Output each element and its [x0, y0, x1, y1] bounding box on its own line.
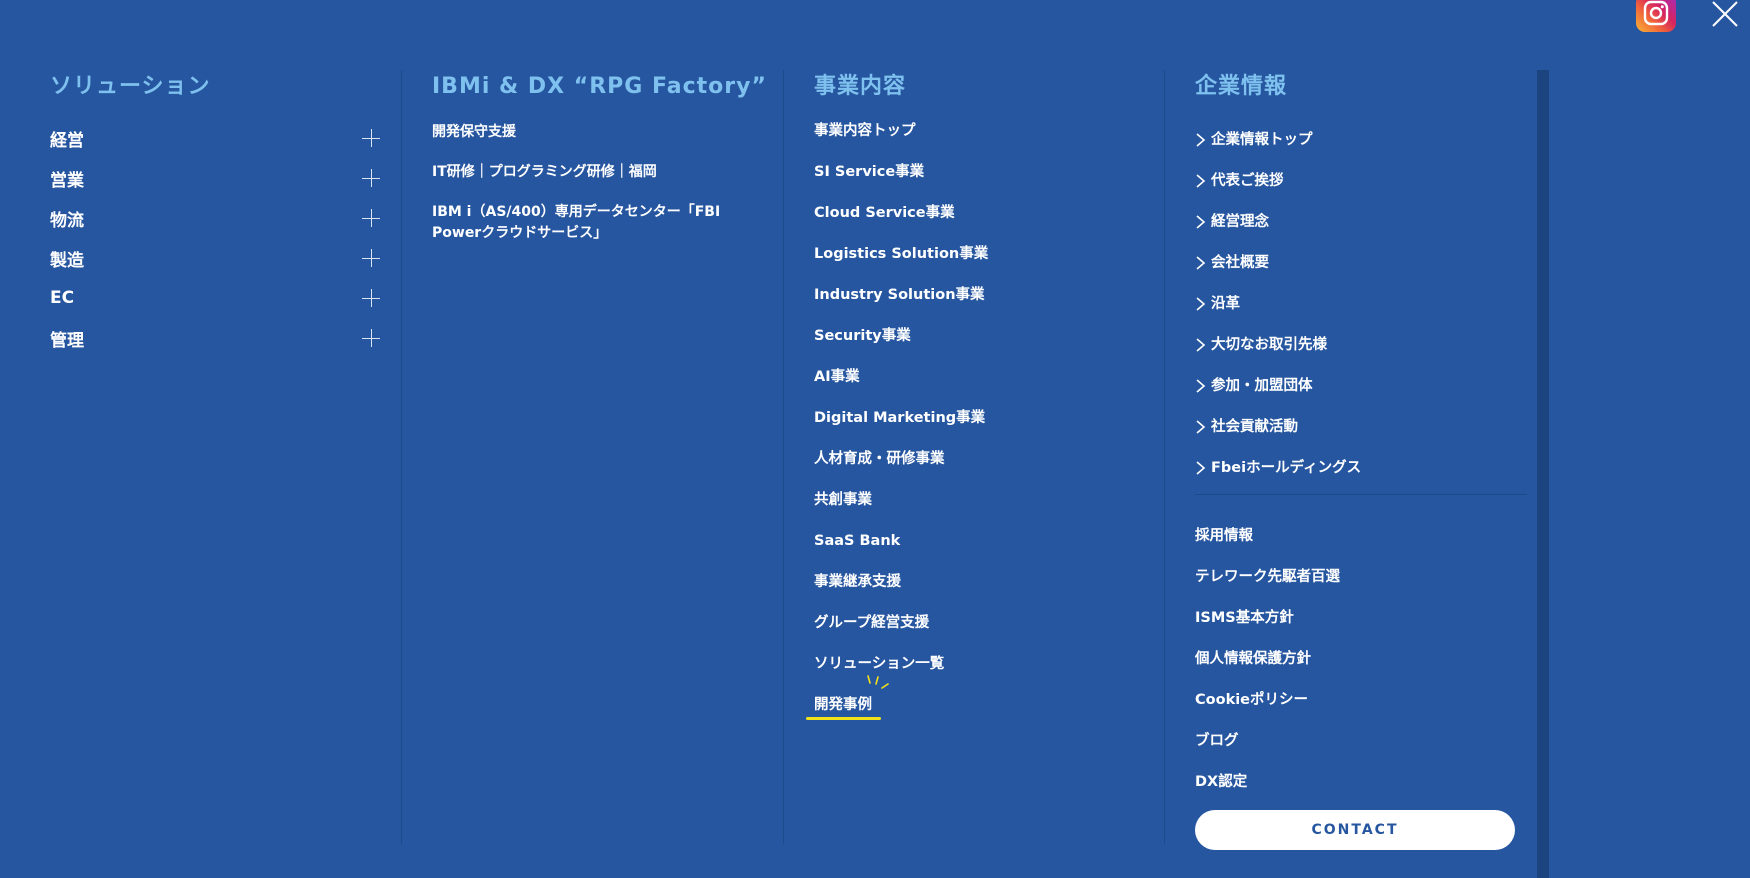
extra-link-recruit[interactable]: 採用情報: [1195, 515, 1530, 556]
close-icon[interactable]: [1711, 0, 1739, 28]
solutions-list: 経営 営業 物流 製造 EC 管理: [50, 118, 380, 358]
solutions-column: ソリューション 経営 営業 物流 製造 EC 管理: [50, 70, 380, 358]
company-title: 企業情報: [1195, 74, 1288, 99]
column-divider-3: [1164, 70, 1165, 844]
chevron-right-icon: [1196, 214, 1206, 229]
company-link-history[interactable]: 沿革: [1195, 283, 1530, 324]
company-link-label: 参加・加盟団体: [1211, 377, 1313, 394]
instagram-icon[interactable]: [1636, 0, 1676, 32]
company-link-partners[interactable]: 大切なお取引先様: [1195, 324, 1530, 365]
company-link-top[interactable]: 企業情報トップ: [1195, 119, 1530, 160]
ibmi-link-dev-support[interactable]: 開発保守支援: [432, 122, 732, 143]
chevron-right-icon: [1196, 378, 1206, 393]
company-link-label: 代表ご挨拶: [1211, 172, 1284, 189]
business-link-industry[interactable]: Industry Solution事業: [814, 283, 1114, 324]
ibmi-column: IBMi & DX “RPG Factory” 開発保守支援 IT研修｜プログラ…: [432, 70, 767, 263]
column-divider-2: [783, 70, 784, 844]
business-link-dev-cases[interactable]: 開発事例: [806, 675, 1114, 734]
plus-icon[interactable]: [362, 129, 380, 147]
business-link-group-management[interactable]: グループ経営支援: [814, 611, 1114, 652]
extra-link-telework[interactable]: テレワーク先駆者百選: [1195, 556, 1530, 597]
extra-link-privacy[interactable]: 個人情報保護方針: [1195, 638, 1530, 679]
business-title: 事業内容: [814, 74, 907, 99]
chevron-right-icon: [1196, 132, 1206, 147]
company-link-label: 企業情報トップ: [1211, 131, 1313, 148]
plus-icon[interactable]: [362, 289, 380, 307]
business-link-solution-list[interactable]: ソリューション一覧: [814, 652, 1114, 693]
business-link-saas-bank[interactable]: SaaS Bank: [814, 529, 1114, 570]
solution-item-label: 経営: [50, 130, 84, 151]
active-link-wrapper: 開発事例: [806, 675, 889, 720]
plus-icon[interactable]: [362, 329, 380, 347]
business-link-digital-marketing[interactable]: Digital Marketing事業: [814, 406, 1114, 447]
chevron-right-icon: [1196, 460, 1206, 475]
business-link-succession[interactable]: 事業継承支援: [814, 570, 1114, 611]
company-link-greeting[interactable]: 代表ご挨拶: [1195, 160, 1530, 201]
plus-icon[interactable]: [362, 249, 380, 267]
solutions-title: ソリューション: [50, 74, 211, 99]
business-link-training[interactable]: 人材育成・研修事業: [814, 447, 1114, 488]
business-link-top[interactable]: 事業内容トップ: [814, 119, 1114, 160]
contact-button[interactable]: CONTACT: [1195, 810, 1515, 850]
sparkle-icon: [867, 675, 889, 689]
extra-link-dx[interactable]: DX認定: [1195, 761, 1530, 802]
solution-item-ec[interactable]: EC: [50, 278, 380, 318]
company-column: 企業情報 企業情報トップ 代表ご挨拶 経営理念 会社概要 沿革 大切なお取引先様…: [1195, 70, 1530, 850]
extra-link-isms[interactable]: ISMS基本方針: [1195, 597, 1530, 638]
solution-item-label: 営業: [50, 170, 84, 191]
business-link-si[interactable]: SI Service事業: [814, 160, 1114, 201]
solution-item-label: EC: [50, 288, 75, 308]
extra-link-cookie[interactable]: Cookieポリシー: [1195, 679, 1530, 720]
chevron-right-icon: [1196, 296, 1206, 311]
company-extra-links: 採用情報 テレワーク先駆者百選 ISMS基本方針 個人情報保護方針 Cookie…: [1195, 515, 1530, 802]
dev-cases-label: 開発事例: [814, 697, 872, 713]
chevron-right-icon: [1196, 337, 1206, 352]
plus-icon[interactable]: [362, 169, 380, 187]
company-link-memberships[interactable]: 参加・加盟団体: [1195, 365, 1530, 406]
solution-item-admin[interactable]: 管理: [50, 318, 380, 358]
company-link-label: 社会貢献活動: [1211, 418, 1298, 435]
scrollbar[interactable]: [1537, 70, 1549, 878]
extra-link-blog[interactable]: ブログ: [1195, 720, 1530, 761]
solution-item-label: 物流: [50, 210, 84, 231]
ibmi-links: 開発保守支援 IT研修｜プログラミング研修｜福岡 IBM i（AS/400）専用…: [432, 122, 732, 244]
company-link-label: Fbeiホールディングス: [1211, 459, 1362, 476]
solution-item-manufacturing[interactable]: 製造: [50, 238, 380, 278]
solution-item-label: 管理: [50, 330, 84, 351]
company-links: 企業情報トップ 代表ご挨拶 経営理念 会社概要 沿革 大切なお取引先様 参加・加…: [1195, 119, 1530, 488]
plus-icon[interactable]: [362, 209, 380, 227]
company-divider: [1195, 494, 1527, 495]
business-column: 事業内容 事業内容トップ SI Service事業 Cloud Service事…: [806, 70, 1114, 734]
solution-item-sales[interactable]: 営業: [50, 158, 380, 198]
company-link-label: 経営理念: [1211, 213, 1269, 230]
company-link-label: 会社概要: [1211, 254, 1269, 271]
business-link-logistics[interactable]: Logistics Solution事業: [814, 242, 1114, 283]
chevron-right-icon: [1196, 255, 1206, 270]
ibmi-link-it-training[interactable]: IT研修｜プログラミング研修｜福岡: [432, 162, 732, 183]
column-divider-1: [401, 70, 402, 844]
solution-item-label: 製造: [50, 250, 84, 271]
ibmi-link-datacenter[interactable]: IBM i（AS/400）専用データセンター「FBI Powerクラウドサービス…: [432, 202, 732, 244]
active-underline: [806, 717, 881, 720]
company-link-label: 大切なお取引先様: [1211, 336, 1327, 353]
company-link-philosophy[interactable]: 経営理念: [1195, 201, 1530, 242]
company-link-csr[interactable]: 社会貢献活動: [1195, 406, 1530, 447]
company-link-overview[interactable]: 会社概要: [1195, 242, 1530, 283]
business-link-cloud[interactable]: Cloud Service事業: [814, 201, 1114, 242]
chevron-right-icon: [1196, 419, 1206, 434]
company-link-label: 沿革: [1211, 295, 1240, 312]
business-links: 事業内容トップ SI Service事業 Cloud Service事業 Log…: [806, 119, 1114, 734]
business-link-cocreation[interactable]: 共創事業: [814, 488, 1114, 529]
solution-item-logistics[interactable]: 物流: [50, 198, 380, 238]
business-link-ai[interactable]: AI事業: [814, 365, 1114, 406]
chevron-right-icon: [1196, 173, 1206, 188]
ibmi-title: IBMi & DX “RPG Factory”: [432, 74, 767, 99]
business-link-security[interactable]: Security事業: [814, 324, 1114, 365]
solution-item-management[interactable]: 経営: [50, 118, 380, 158]
company-link-holdings[interactable]: Fbeiホールディングス: [1195, 447, 1530, 488]
